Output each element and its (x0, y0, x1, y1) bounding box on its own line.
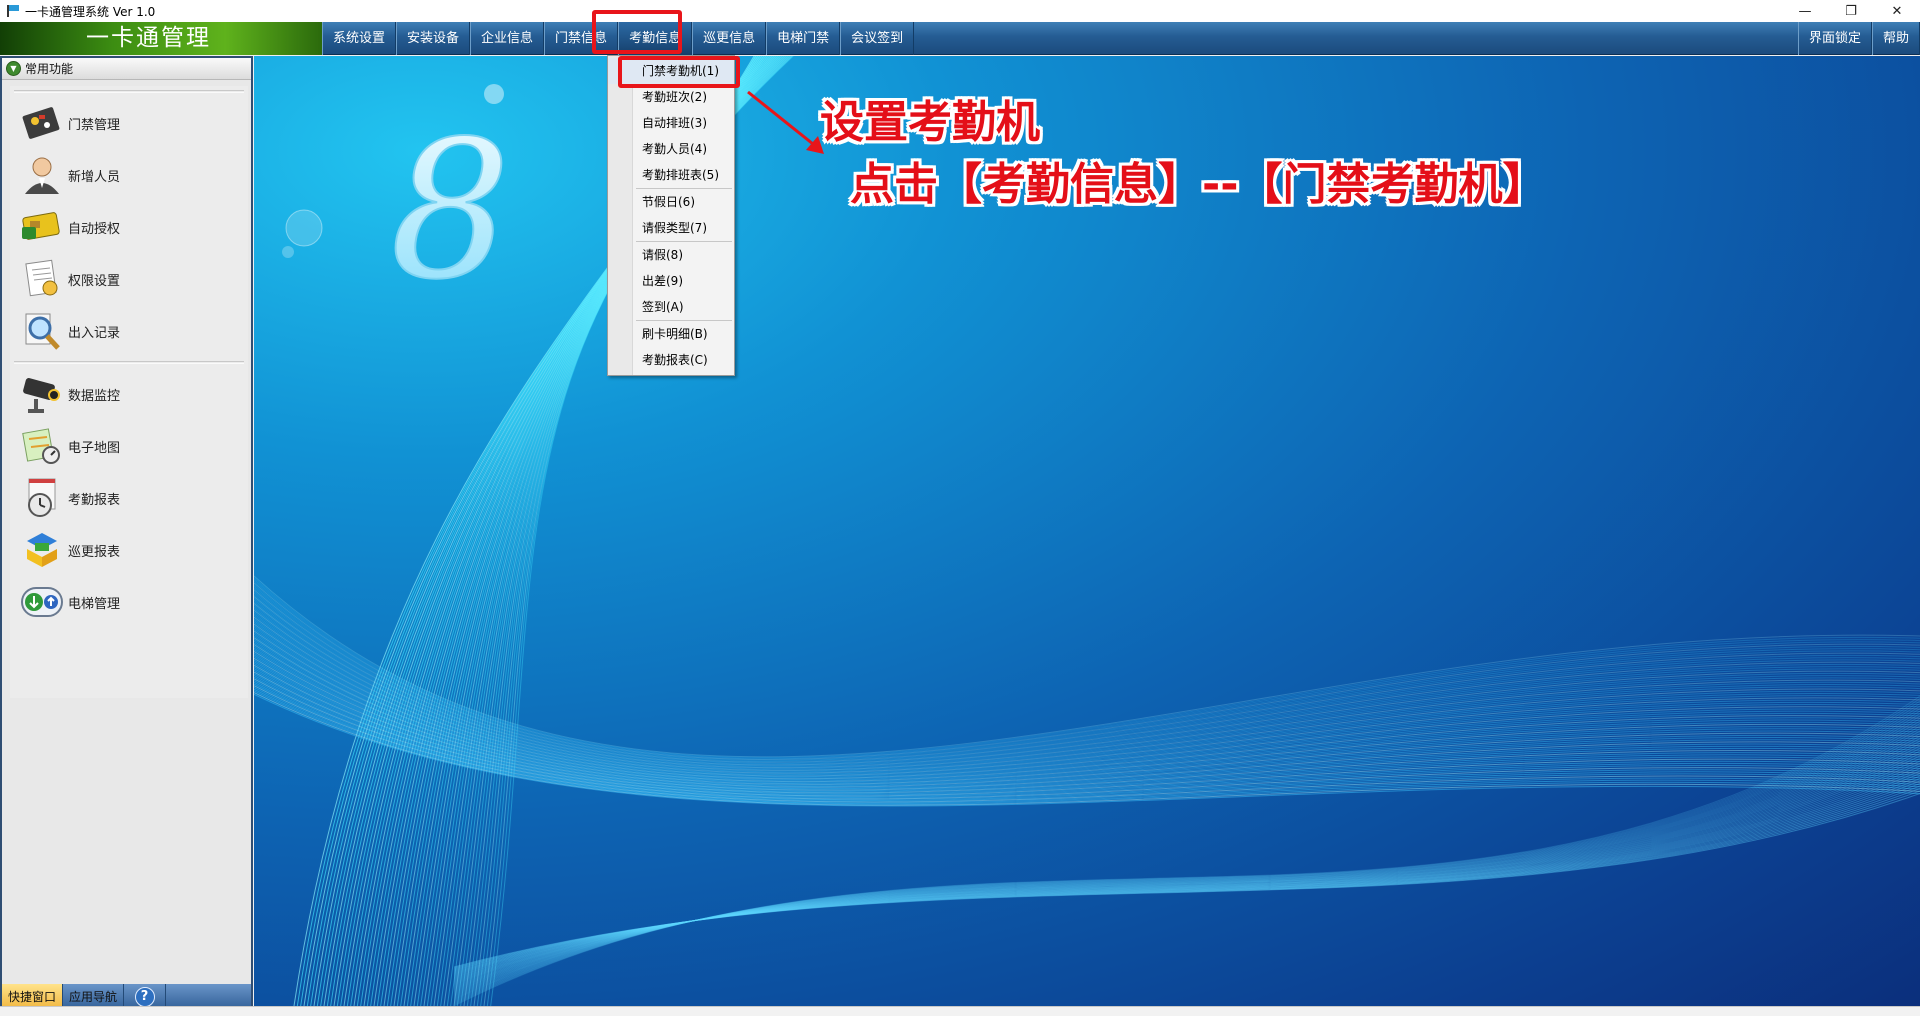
func-label: 电梯管理 (68, 596, 121, 612)
menu-install-device[interactable]: 安装设备 (396, 22, 471, 55)
func-auto-authorize[interactable]: 自动授权 (10, 201, 248, 253)
func-electronic-map[interactable]: 电子地图 (10, 420, 248, 472)
person-icon (20, 154, 64, 196)
close-button[interactable]: ✕ (1874, 0, 1920, 22)
logo-eight: 8 (390, 100, 511, 321)
elevator-icon (20, 581, 64, 623)
card-icon (20, 206, 64, 248)
func-label: 巡更报表 (68, 544, 121, 560)
menu-meeting-signin[interactable]: 会议签到 (840, 22, 915, 55)
panel-title: 常用功能 (25, 62, 74, 76)
annotation-line1: 设置考勤机 (820, 97, 1040, 148)
shortcut-panel: ▼ 常用功能 门禁管理 新增人员 自动授权 权限设置 出入记录 数据监控 电子地… (0, 56, 253, 1012)
menu-lock-interface[interactable]: 界面锁定 (1797, 22, 1872, 55)
attendance-dropdown-menu: 门禁考勤机(1) 考勤班次(2) 自动排班(3) 考勤人员(4) 考勤排班表(5… (607, 55, 735, 376)
func-permission-settings[interactable]: 权限设置 (10, 253, 248, 305)
divider (14, 361, 244, 364)
brand-title: 一卡通管理 (0, 22, 322, 55)
dd-auto-schedule[interactable]: 自动排班(3) (608, 110, 734, 136)
window-title: 一卡通管理系统 Ver 1.0 (25, 4, 156, 19)
func-patrol-report[interactable]: 巡更报表 (10, 524, 248, 576)
func-add-person[interactable]: 新增人员 (10, 149, 248, 201)
dd-holidays[interactable]: 节假日(6) (608, 189, 734, 215)
dd-attendance-staff[interactable]: 考勤人员(4) (608, 136, 734, 162)
dd-sign-in[interactable]: 签到(A) (608, 294, 734, 320)
highlight-box-dropdown-item (618, 56, 740, 88)
divider (14, 90, 244, 93)
menu-help[interactable]: 帮助 (1871, 22, 1920, 55)
func-label: 电子地图 (68, 440, 121, 456)
dd-card-details[interactable]: 刷卡明细(B) (608, 321, 734, 347)
window-controls: — ❐ ✕ (1782, 0, 1920, 22)
blocks-icon (20, 529, 64, 571)
circuit-board-icon (20, 102, 64, 144)
clock-icon (20, 477, 64, 519)
dd-business-trip[interactable]: 出差(9) (608, 268, 734, 294)
menu-enterprise-info[interactable]: 企业信息 (470, 22, 545, 55)
menu-system-settings[interactable]: 系统设置 (322, 22, 397, 55)
dd-attendance-report[interactable]: 考勤报表(C) (608, 347, 734, 373)
magnifier-icon (20, 310, 64, 352)
map-icon (20, 425, 64, 467)
main-menubar: 一卡通管理 系统设置 安装设备 企业信息 门禁信息 考勤信息 巡更信息 电梯门禁… (0, 22, 1920, 55)
func-label: 出入记录 (68, 325, 121, 341)
func-label: 新增人员 (68, 169, 121, 185)
annotation-line2: 点击【考勤信息】--【门禁考勤机】 (850, 159, 1547, 210)
func-data-monitor[interactable]: 数据监控 (10, 368, 248, 420)
func-label: 权限设置 (68, 273, 121, 289)
app-flag-icon (5, 4, 21, 18)
highlight-box-menu (592, 10, 682, 54)
camera-icon (20, 373, 64, 415)
panel-header[interactable]: ▼ 常用功能 (2, 58, 251, 80)
func-access-control[interactable]: 门禁管理 (10, 97, 248, 149)
menu-right: 界面锁定 帮助 (1797, 22, 1920, 55)
dd-leave-types[interactable]: 请假类型(7) (608, 215, 734, 241)
restore-button[interactable]: ❐ (1828, 0, 1874, 22)
dd-schedule-table[interactable]: 考勤排班表(5) (608, 162, 734, 188)
status-bar (0, 1006, 1920, 1016)
document-icon (20, 258, 64, 300)
dd-leave[interactable]: 请假(8) (608, 242, 734, 268)
func-attendance-report[interactable]: 考勤报表 (10, 472, 248, 524)
func-label: 考勤报表 (68, 492, 121, 508)
minimize-button[interactable]: — (1782, 0, 1828, 22)
menu-elevator-access[interactable]: 电梯门禁 (766, 22, 841, 55)
func-access-records[interactable]: 出入记录 (10, 305, 248, 357)
func-label: 数据监控 (68, 388, 121, 404)
window-titlebar: 一卡通管理系统 Ver 1.0 — ❐ ✕ (0, 0, 1920, 22)
menu-patrol-info[interactable]: 巡更信息 (692, 22, 767, 55)
func-label: 自动授权 (68, 221, 121, 237)
help-icon: ? (134, 987, 155, 1007)
collapse-chevron-icon[interactable]: ▼ (6, 61, 21, 76)
func-label: 门禁管理 (68, 117, 121, 133)
func-elevator-management[interactable]: 电梯管理 (10, 576, 248, 628)
function-list: 门禁管理 新增人员 自动授权 权限设置 出入记录 数据监控 电子地图 考勤报表 … (10, 86, 248, 698)
